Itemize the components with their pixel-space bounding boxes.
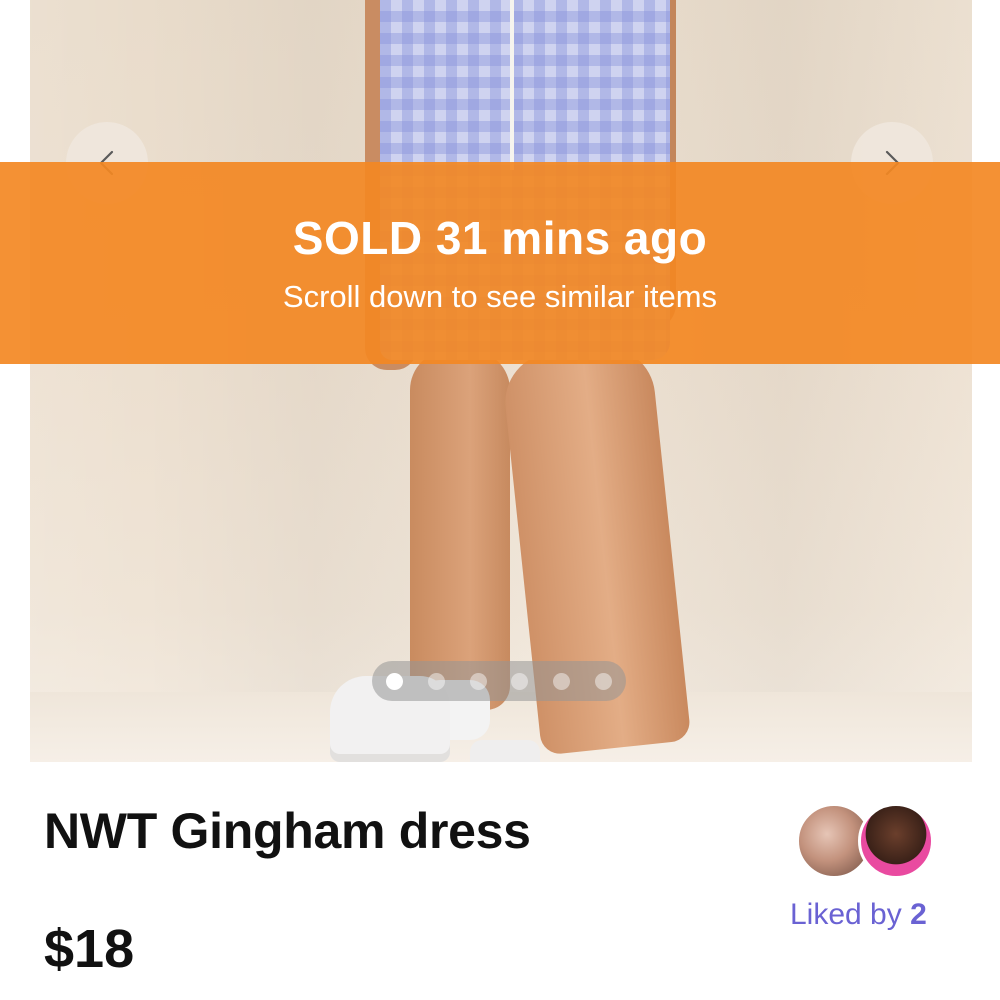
product-photo[interactable]	[30, 0, 972, 762]
carousel-dot[interactable]	[386, 672, 403, 690]
carousel-dot[interactable]	[553, 672, 571, 690]
liked-by-count: 2	[910, 898, 927, 931]
carousel-dot[interactable]	[511, 672, 529, 690]
item-title: NWT Gingham dress	[44, 803, 531, 859]
carousel-dot[interactable]	[469, 672, 487, 690]
sold-banner-subtitle: Scroll down to see similar items	[282, 279, 718, 314]
carousel-pagination	[372, 661, 626, 701]
liker-avatar[interactable]	[858, 803, 934, 879]
photo-zipper	[510, 0, 514, 170]
sold-banner: SOLD 31 mins ago Scroll down to see simi…	[0, 162, 1000, 364]
item-price: $18	[44, 919, 135, 979]
photo-leg	[410, 350, 510, 710]
liked-by-link[interactable]: Liked by 2	[790, 898, 927, 932]
liked-by-label: Liked by	[790, 898, 902, 931]
sold-banner-title: SOLD 31 mins ago	[292, 212, 708, 264]
photo-shoe	[470, 740, 540, 762]
carousel-dot[interactable]	[594, 672, 612, 690]
carousel-dot[interactable]	[427, 672, 445, 690]
